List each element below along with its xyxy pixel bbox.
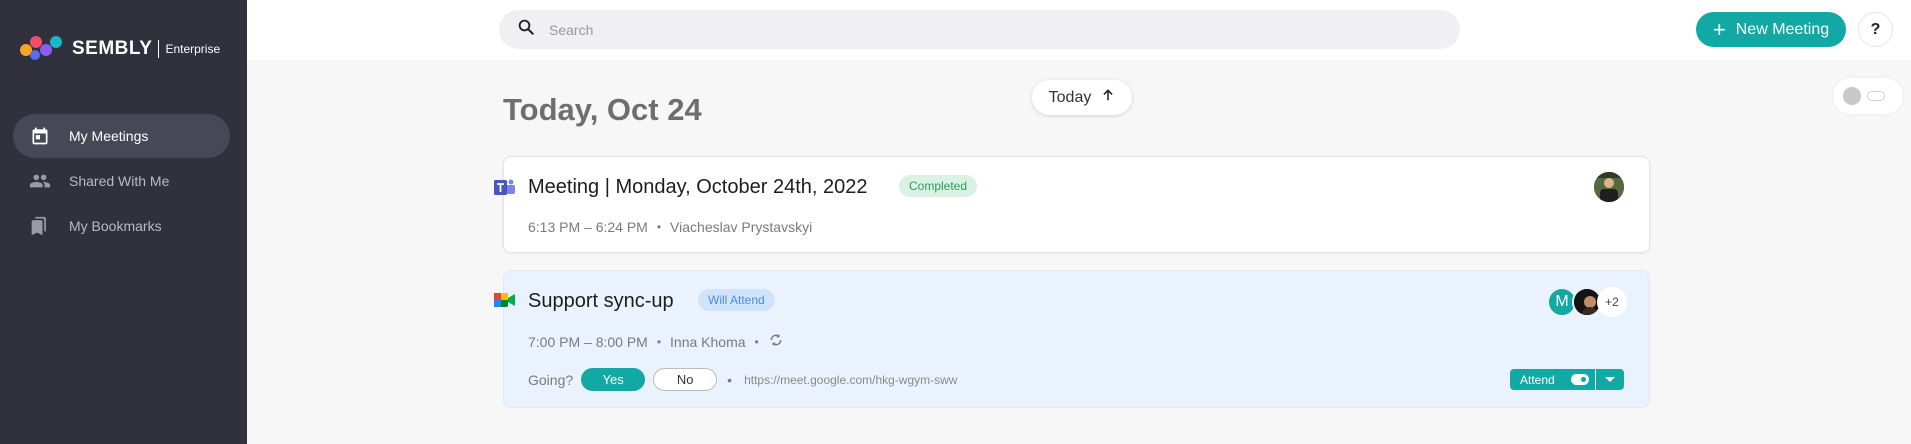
rsvp-no-button[interactable]: No: [653, 368, 718, 391]
sidebar-item-shared-with-me[interactable]: Shared With Me: [13, 159, 230, 203]
meeting-owner: Viacheslav Prystavskyi: [670, 219, 813, 235]
separator-dot: •: [727, 371, 733, 388]
status-badge: Will Attend: [698, 289, 775, 311]
logo-divider: [158, 40, 160, 58]
logo-mark-icon: [20, 36, 64, 62]
view-toggle[interactable]: [1833, 78, 1903, 114]
new-meeting-button[interactable]: + New Meeting: [1696, 12, 1846, 47]
new-meeting-label: New Meeting: [1735, 20, 1830, 38]
arrow-up-icon: [1101, 88, 1115, 107]
page-title: Today, Oct 24: [503, 92, 702, 127]
people-icon: [29, 170, 51, 192]
attend-button[interactable]: Attend: [1510, 369, 1595, 390]
meeting-meta: 6:13 PM – 6:24 PM • Viacheslav Prystavsk…: [528, 219, 812, 235]
logo-text: SEMBLY: [72, 38, 153, 59]
meeting-time: 7:00 PM – 8:00 PM: [528, 333, 648, 350]
help-button[interactable]: ?: [1858, 12, 1893, 47]
avatar: [1594, 172, 1624, 202]
separator-dot: •: [656, 220, 662, 234]
attend-split-button: Attend: [1510, 369, 1624, 390]
attend-toggle-icon: [1571, 374, 1589, 385]
going-label: Going?: [528, 371, 574, 388]
sidebar-item-label: My Bookmarks: [69, 218, 162, 234]
attend-label: Attend: [1520, 372, 1555, 387]
sidebar-item-label: My Meetings: [69, 128, 149, 144]
avatar-more-count[interactable]: +2: [1597, 287, 1627, 317]
plus-icon: +: [1712, 16, 1726, 42]
sembly-logo[interactable]: SEMBLY Enterprise: [20, 36, 220, 62]
meeting-card[interactable]: Meeting | Monday, October 24th, 2022 Com…: [494, 156, 1650, 253]
meeting-meta: 7:00 PM – 8:00 PM • Inna Khoma •: [528, 332, 784, 351]
meeting-title[interactable]: Meeting | Monday, October 24th, 2022: [528, 176, 867, 199]
calendar-icon: [29, 125, 51, 147]
status-badge: Completed: [899, 175, 978, 197]
sidebar-nav: My Meetings Shared With Me My Bookmarks: [13, 114, 230, 249]
recurring-icon: [768, 332, 784, 351]
search-input[interactable]: [549, 21, 1429, 38]
sidebar-item-my-meetings[interactable]: My Meetings: [13, 114, 230, 158]
meeting-card[interactable]: Support sync-up Will Attend 7:00 PM – 8:…: [494, 270, 1650, 408]
separator-dot: •: [754, 334, 759, 349]
teams-icon: [494, 178, 516, 198]
toggle-track: [1867, 91, 1885, 101]
search-icon: [517, 18, 535, 41]
sidebar-item-label: Shared With Me: [69, 173, 170, 189]
top-bar: + New Meeting ?: [247, 0, 1911, 60]
meeting-title[interactable]: Support sync-up: [528, 290, 674, 313]
chevron-down-icon[interactable]: [1596, 369, 1624, 390]
bookmarks-icon: [29, 215, 51, 237]
today-jump-button[interactable]: Today: [1032, 80, 1132, 115]
meeting-link[interactable]: https://meet.google.com/hkg-wgym-sww: [744, 373, 957, 387]
meeting-owner: Inna Khoma: [670, 333, 746, 350]
google-meet-icon: [494, 291, 516, 311]
toggle-knob: [1843, 87, 1861, 105]
meeting-time: 6:13 PM – 6:24 PM: [528, 219, 648, 235]
sidebar-item-my-bookmarks[interactable]: My Bookmarks: [13, 204, 230, 248]
rsvp-row: Going? Yes No • https://meet.google.com/…: [528, 368, 957, 391]
search-bar[interactable]: [499, 10, 1460, 49]
logo-subtitle: Enterprise: [165, 42, 221, 56]
rsvp-yes-button[interactable]: Yes: [581, 368, 646, 391]
sidebar: SEMBLY Enterprise My Meetings Shared Wit…: [0, 0, 247, 444]
today-label: Today: [1048, 88, 1092, 106]
separator-dot: •: [656, 334, 662, 349]
